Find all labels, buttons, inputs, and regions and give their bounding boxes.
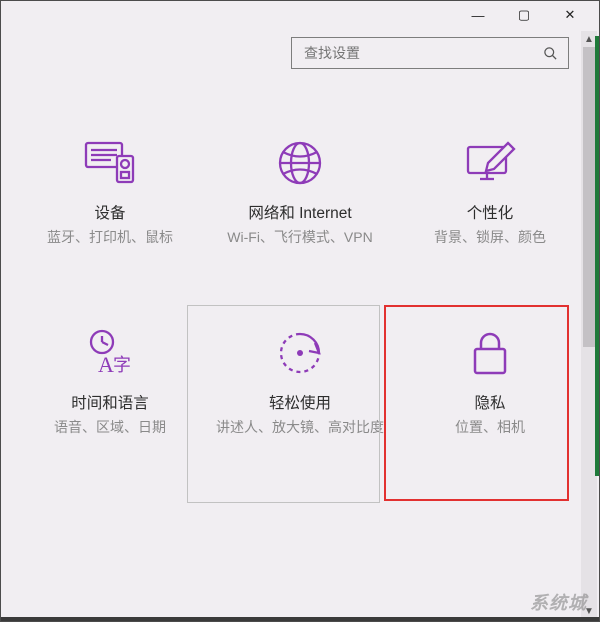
personalize-icon xyxy=(462,135,518,191)
lock-icon xyxy=(462,325,518,381)
svg-text:A: A xyxy=(98,352,114,377)
search-box[interactable] xyxy=(291,37,569,69)
tile-title: 轻松使用 xyxy=(269,391,331,413)
tile-desc: 位置、相机 xyxy=(445,417,535,439)
tile-devices[interactable]: 设备 蓝牙、打印机、鼠标 xyxy=(15,127,205,297)
watermark: 系统城 xyxy=(530,589,587,615)
tile-personalization[interactable]: 个性化 背景、锁屏、颜色 xyxy=(395,127,585,297)
search-bar xyxy=(1,29,599,69)
ease-icon xyxy=(272,325,328,381)
tile-ease-of-access[interactable]: 轻松使用 讲述人、放大镜、高对比度 xyxy=(205,297,395,487)
maximize-button[interactable]: ▢ xyxy=(501,1,547,29)
titlebar: — ▢ ✕ xyxy=(1,1,599,29)
time-lang-icon: A 字 xyxy=(82,325,138,381)
scroll-thumb[interactable] xyxy=(583,47,595,347)
devices-icon xyxy=(82,135,138,191)
edge-accent xyxy=(595,36,599,476)
tile-desc: 语音、区域、日期 xyxy=(44,417,176,439)
tile-privacy[interactable]: 隐私 位置、相机 xyxy=(395,297,585,487)
globe-icon xyxy=(272,135,328,191)
tile-desc: 讲述人、放大镜、高对比度 xyxy=(206,417,394,439)
tile-time-language[interactable]: A 字 时间和语言 语音、区域、日期 xyxy=(15,297,205,487)
tile-network[interactable]: 网络和 Internet Wi-Fi、飞行模式、VPN xyxy=(205,127,395,297)
search-input[interactable] xyxy=(302,44,526,62)
tile-desc: Wi-Fi、飞行模式、VPN xyxy=(217,227,382,249)
tile-title: 隐私 xyxy=(474,391,505,413)
settings-grid: 设备 蓝牙、打印机、鼠标 网络和 Internet Wi-Fi、飞行模式、VPN xyxy=(1,127,599,487)
bottom-border xyxy=(1,617,599,621)
tile-desc: 蓝牙、打印机、鼠标 xyxy=(37,227,183,249)
svg-text:字: 字 xyxy=(113,355,131,375)
close-button[interactable]: ✕ xyxy=(547,1,593,29)
tile-desc: 背景、锁屏、颜色 xyxy=(424,227,556,249)
search-icon xyxy=(543,46,558,61)
tile-title: 个性化 xyxy=(467,201,514,223)
tile-title: 网络和 Internet xyxy=(248,201,351,223)
minimize-button[interactable]: — xyxy=(455,1,501,29)
tile-title: 时间和语言 xyxy=(71,391,149,413)
settings-window: — ▢ ✕ xyxy=(0,0,600,622)
tile-title: 设备 xyxy=(94,201,125,223)
